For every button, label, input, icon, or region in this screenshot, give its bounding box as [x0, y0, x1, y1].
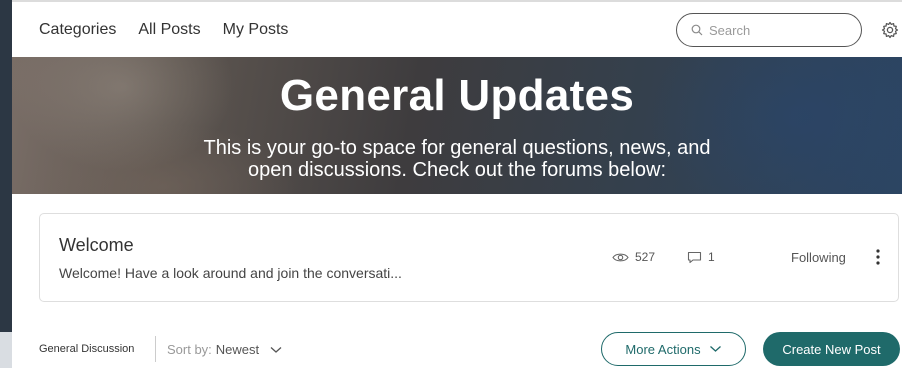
- app-frame: Categories All Posts My Posts General Up…: [0, 0, 902, 368]
- nav-all-posts[interactable]: All Posts: [138, 21, 200, 39]
- search-box[interactable]: [676, 13, 862, 47]
- hero-banner: General Updates This is your go-to space…: [12, 57, 902, 194]
- page-description-line-1: This is your go-to space for general que…: [203, 137, 711, 159]
- more-actions-button[interactable]: More Actions: [601, 332, 746, 366]
- breadcrumb[interactable]: General Discussion: [39, 343, 134, 355]
- comment-icon: [687, 251, 702, 263]
- forum-toolbar: General Discussion Sort by: Newest More …: [12, 322, 902, 368]
- toolbar-divider: [155, 336, 156, 362]
- post-card[interactable]: Welcome Welcome! Have a look around and …: [39, 213, 899, 302]
- post-excerpt: Welcome! Have a look around and join the…: [59, 265, 402, 281]
- search-icon: [691, 24, 703, 36]
- post-title[interactable]: Welcome: [59, 235, 134, 256]
- left-sidebar-edge-bottom: [0, 332, 12, 368]
- create-new-post-button[interactable]: Create New Post: [763, 332, 900, 366]
- top-navigation-bar: Categories All Posts My Posts: [12, 0, 902, 57]
- views-count: 527: [612, 250, 655, 264]
- sort-label: Sort by:: [167, 342, 212, 357]
- more-actions-label: More Actions: [625, 341, 701, 357]
- eye-icon: [612, 253, 629, 261]
- comments-count: 1: [687, 250, 715, 264]
- following-button[interactable]: Following: [791, 250, 846, 265]
- chevron-down-icon: [270, 346, 282, 353]
- page-description-line-2: open discussions. Check out the forums b…: [248, 159, 666, 181]
- chevron-down-icon: [709, 346, 721, 352]
- views-value: 527: [635, 250, 656, 264]
- forum-nav: Categories All Posts My Posts: [39, 21, 288, 39]
- page-title: General Updates: [279, 71, 635, 120]
- search-input[interactable]: [709, 22, 839, 38]
- left-sidebar-edge: [0, 0, 12, 332]
- nav-my-posts[interactable]: My Posts: [223, 21, 289, 39]
- gear-icon[interactable]: [881, 21, 899, 39]
- sort-value: Newest: [215, 342, 260, 357]
- nav-categories[interactable]: Categories: [39, 21, 116, 39]
- comments-value: 1: [708, 250, 715, 264]
- more-options-icon[interactable]: [873, 247, 883, 267]
- page-description: This is your go-to space for general que…: [12, 137, 902, 181]
- sort-dropdown[interactable]: Sort by: Newest: [167, 342, 283, 357]
